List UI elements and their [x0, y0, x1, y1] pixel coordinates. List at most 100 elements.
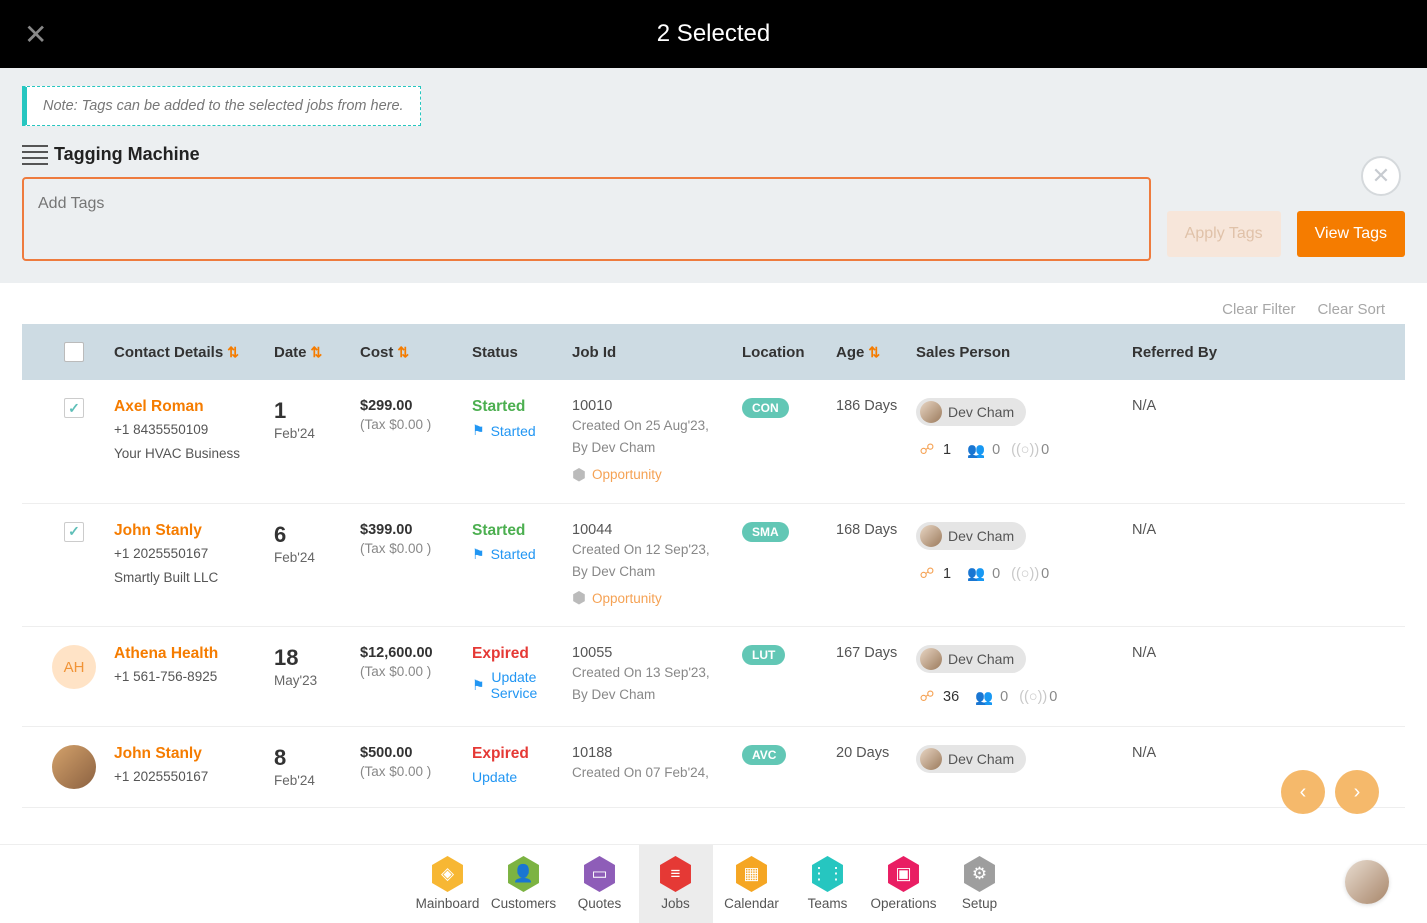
sales-person-chip[interactable]: Dev Cham	[916, 645, 1026, 673]
metric-3: 0	[1041, 566, 1049, 582]
created-on: Created On 07 Feb'24,	[572, 763, 742, 783]
panel-close-button[interactable]: ✕	[1361, 156, 1401, 196]
row-checkbox[interactable]	[64, 398, 84, 418]
nav-icon: ≡	[658, 856, 694, 892]
cost-tax: (Tax $0.00 )	[360, 417, 472, 432]
date-day: 18	[274, 645, 360, 671]
note-box: Note: Tags can be added to the selected …	[22, 86, 421, 126]
clear-filter-link[interactable]: Clear Filter	[1222, 301, 1295, 318]
nav-icon: ◈	[430, 856, 466, 892]
nav-label: Setup	[962, 896, 997, 911]
header-date[interactable]: Date	[274, 344, 307, 361]
contact-name[interactable]: John Stanly	[114, 745, 274, 763]
table-row[interactable]: Axel Roman +1 8435550109 Your HVAC Busin…	[22, 380, 1405, 504]
nav-item-calendar[interactable]: ▦Calendar	[715, 845, 789, 923]
nav-label: Customers	[491, 896, 556, 911]
metric-2: 0	[992, 442, 1000, 458]
status-link[interactable]: ⚑Started	[472, 422, 572, 439]
status-label: Started	[472, 522, 572, 540]
sort-icon[interactable]: ⇅	[397, 344, 409, 360]
contact-name[interactable]: Athena Health	[114, 645, 274, 663]
date-month: May'23	[274, 673, 360, 688]
bell-icon: ((○))	[1014, 563, 1036, 585]
sales-person-chip[interactable]: Dev Cham	[916, 522, 1026, 550]
date-month: Feb'24	[274, 426, 360, 441]
jobs-table: Contact Details⇅ Date⇅ Cost⇅ Status Job …	[0, 324, 1427, 808]
next-page-button[interactable]: ›	[1335, 770, 1379, 814]
nav-item-quotes[interactable]: ▭Quotes	[563, 845, 637, 923]
header-age[interactable]: Age	[836, 344, 864, 361]
header-contact[interactable]: Contact Details	[114, 344, 223, 361]
nav-label: Jobs	[661, 896, 690, 911]
nav-label: Teams	[808, 896, 848, 911]
tags-field-wrapper[interactable]	[22, 177, 1151, 261]
status-label: Started	[472, 398, 572, 416]
sales-person-chip[interactable]: Dev Cham	[916, 398, 1026, 426]
sort-icon[interactable]: ⇅	[868, 344, 880, 360]
row-checkbox[interactable]	[64, 522, 84, 542]
profile-avatar[interactable]	[1345, 860, 1389, 904]
nav-label: Operations	[870, 896, 936, 911]
lines-icon	[22, 145, 48, 165]
header-cost[interactable]: Cost	[360, 344, 393, 361]
contact-phone: +1 2025550167	[114, 544, 274, 564]
location-badge: SMA	[742, 522, 789, 542]
header-ref[interactable]: Referred By	[1132, 344, 1217, 361]
cost-amount: $500.00	[360, 745, 472, 761]
nav-item-mainboard[interactable]: ◈Mainboard	[411, 845, 485, 923]
sort-icon[interactable]: ⇅	[311, 344, 323, 360]
nav-icon: ⚙	[962, 856, 998, 892]
view-tags-button[interactable]: View Tags	[1297, 211, 1405, 257]
opportunity-icon: ⬢	[572, 465, 586, 485]
location-badge: LUT	[742, 645, 785, 665]
job-id: 10044	[572, 522, 742, 538]
referred-by: N/A	[1132, 645, 1156, 661]
nav-item-jobs[interactable]: ≡ Jobs	[639, 845, 713, 923]
metric-1: 36	[943, 689, 959, 705]
opportunity-icon: ⬢	[572, 588, 586, 608]
apply-tags-button[interactable]: Apply Tags	[1167, 211, 1281, 257]
filter-bar: Clear Filter Clear Sort	[0, 283, 1427, 324]
contact-name[interactable]: John Stanly	[114, 522, 274, 540]
table-row[interactable]: John Stanly +1 2025550167 Smartly Built …	[22, 504, 1405, 628]
sales-person-chip[interactable]: Dev Cham	[916, 745, 1026, 773]
header-sales[interactable]: Sales Person	[916, 344, 1010, 361]
nav-icon: ▦	[734, 856, 770, 892]
prev-page-button[interactable]: ‹	[1281, 770, 1325, 814]
close-icon[interactable]: ✕	[24, 18, 47, 51]
sales-name: Dev Cham	[948, 751, 1014, 767]
contact-name[interactable]: Axel Roman	[114, 398, 274, 416]
flag-icon: ⚑	[472, 677, 485, 694]
date-day: 6	[274, 522, 360, 548]
nav-item-teams[interactable]: ⋮⋮ Teams	[791, 845, 865, 923]
location-badge: AVC	[742, 745, 786, 765]
bell-icon: ((○))	[1022, 686, 1044, 708]
table-row[interactable]: John Stanly +1 2025550167 8 Feb'24 $500.…	[22, 727, 1405, 808]
status-link[interactable]: ⚑UpdateService	[472, 669, 572, 701]
sort-icon[interactable]: ⇅	[227, 344, 239, 360]
header-jobid[interactable]: Job Id	[572, 344, 616, 361]
opportunity-label: Opportunity	[592, 591, 662, 606]
nav-item-operations[interactable]: ▣Operations	[867, 845, 941, 923]
tags-input[interactable]	[38, 195, 1135, 213]
nav-item-customers[interactable]: 👤 Customers	[487, 845, 561, 923]
opportunity-label: Opportunity	[592, 467, 662, 482]
selection-title: 2 Selected	[657, 20, 770, 48]
bottom-nav: ◈Mainboard 👤 Customers ▭Quotes ≡ Jobs ▦Calenda…	[0, 844, 1427, 922]
header-location[interactable]: Location	[742, 344, 805, 361]
created-on: Created On 12 Sep'23,	[572, 540, 742, 560]
nav-icon: 👤	[506, 856, 542, 892]
nav-icon: ⋮⋮	[810, 856, 846, 892]
status-link[interactable]: ⚑Started	[472, 546, 572, 563]
clear-sort-link[interactable]: Clear Sort	[1317, 301, 1385, 318]
status-link[interactable]: Update	[472, 769, 572, 785]
metric-2: 0	[992, 566, 1000, 582]
metric-1: 1	[943, 442, 951, 458]
header-status[interactable]: Status	[472, 344, 518, 361]
contact-phone: +1 2025550167	[114, 767, 274, 787]
table-row[interactable]: AH Athena Health +1 561-756-8925 18 May'…	[22, 627, 1405, 727]
nav-item-setup[interactable]: ⚙ Setup	[943, 845, 1017, 923]
select-all-checkbox[interactable]	[64, 342, 84, 362]
job-id: 10055	[572, 645, 742, 661]
metric-1: 1	[943, 566, 951, 582]
